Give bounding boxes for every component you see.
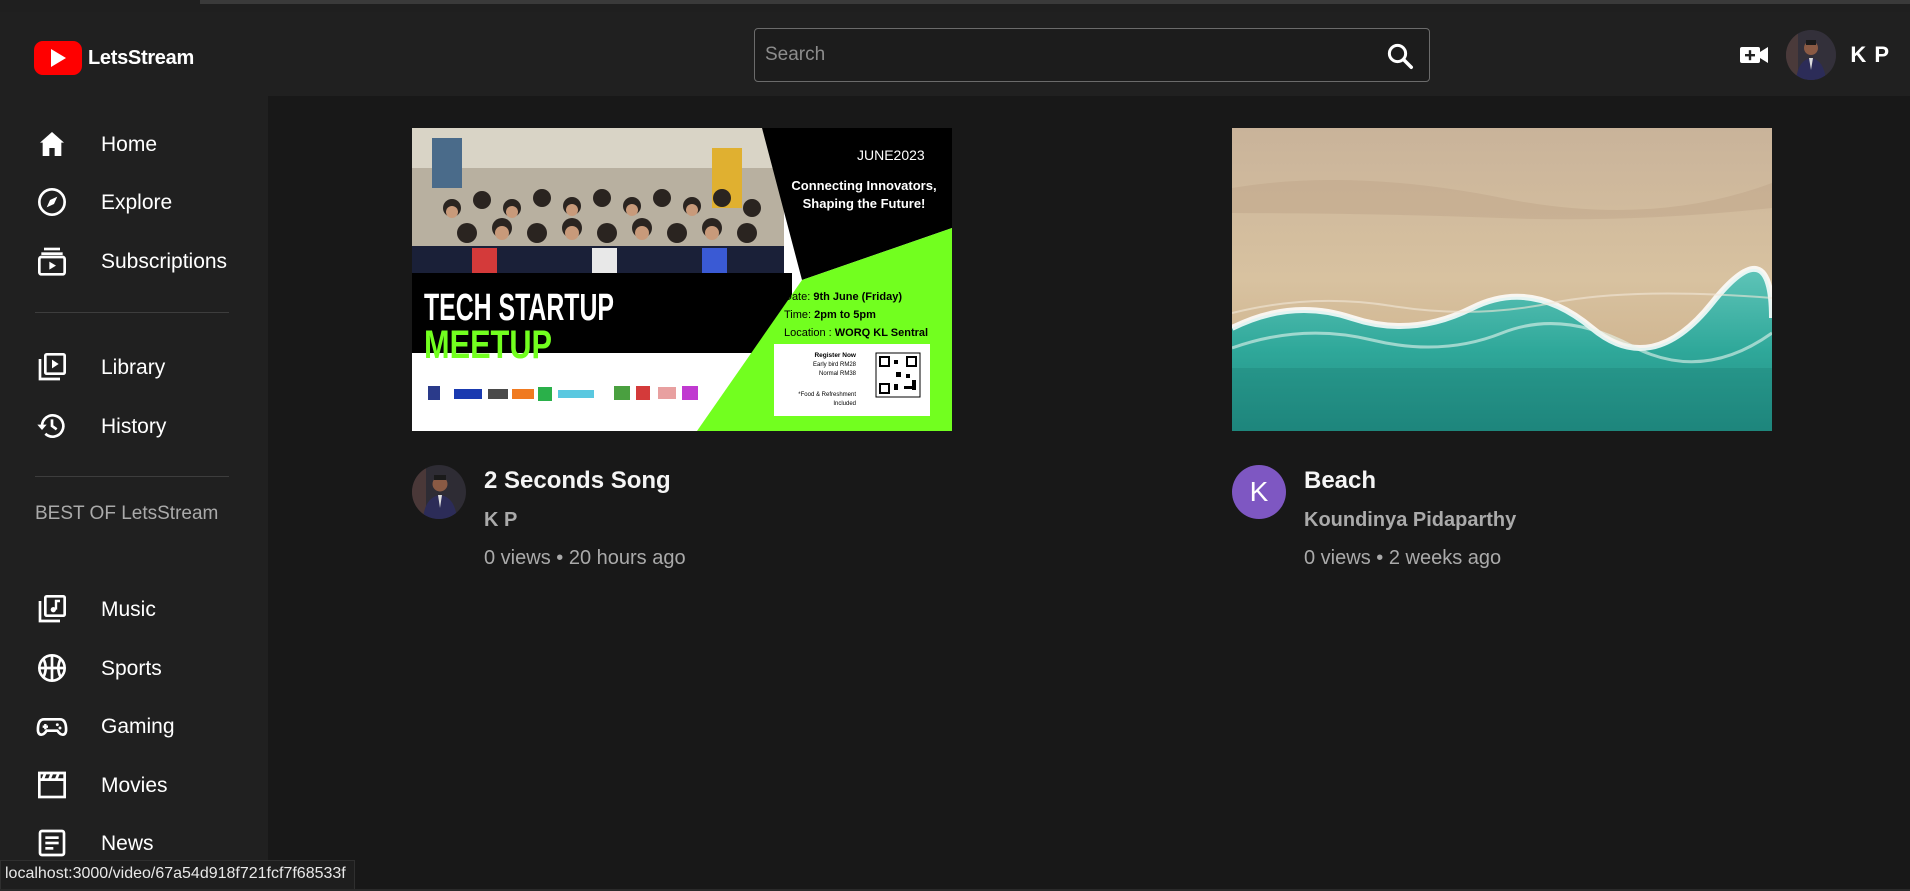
- app-name: LetsStream: [88, 46, 194, 69]
- sidebar-item-label: News: [101, 832, 154, 855]
- search-box: [754, 28, 1430, 82]
- sidebar-item-subscriptions[interactable]: Subscriptions: [0, 236, 268, 284]
- play-logo-icon: [34, 41, 82, 75]
- sidebar-item-label: Gaming: [101, 715, 175, 738]
- tab-strip: [200, 0, 1910, 4]
- search-input[interactable]: [765, 29, 1365, 81]
- sidebar-divider: [35, 312, 229, 313]
- video-stats: 0 views • 2 weeks ago: [1304, 547, 1502, 569]
- header-actions: K P: [1738, 30, 1890, 80]
- status-bar-url: localhost:3000/video/67a54d918f721fcf7f6…: [0, 860, 355, 890]
- view-count: 0 views: [1304, 547, 1371, 569]
- sidebar-item-explore[interactable]: Explore: [0, 177, 268, 225]
- library-icon: [38, 353, 66, 381]
- video-card: JUNE2023 Connecting Innovators, Shaping …: [412, 128, 952, 569]
- sidebar-item-home[interactable]: Home: [0, 119, 268, 167]
- logo[interactable]: LetsStream: [34, 41, 194, 75]
- music-icon: [38, 595, 66, 623]
- sidebar-item-label: Movies: [101, 774, 168, 797]
- upload-age: 20 hours ago: [568, 547, 686, 569]
- video-camera-add-icon[interactable]: [1738, 39, 1770, 71]
- sidebar-item-label: Home: [101, 133, 158, 156]
- sidebar-item-label: Sports: [101, 657, 162, 680]
- svg-text:Normal RM38: Normal RM38: [819, 371, 857, 377]
- video-stats: 0 views • 20 hours ago: [484, 547, 686, 569]
- sidebar-item-gaming[interactable]: Gaming: [0, 701, 268, 749]
- section-title-best-of: BEST OF LetsStream: [35, 503, 219, 524]
- channel-avatar[interactable]: [412, 465, 466, 519]
- video-title[interactable]: 2 Seconds Song: [484, 467, 671, 495]
- svg-text:Early bird RM28: Early bird RM28: [813, 362, 857, 368]
- user-avatar[interactable]: [1786, 30, 1837, 80]
- user-name[interactable]: K P: [1850, 42, 1890, 68]
- sidebar-divider: [35, 476, 229, 477]
- gaming-icon: [36, 718, 68, 737]
- video-thumbnail[interactable]: [1232, 128, 1772, 431]
- view-count: 0 views: [484, 547, 551, 569]
- channel-name[interactable]: Koundinya Pidaparthy: [1304, 509, 1516, 532]
- svg-text:Date: 9th June (Friday): Date: 9th June (Friday): [784, 291, 902, 303]
- sidebar-item-label: Music: [101, 598, 156, 621]
- poster-month: JUNE2023: [857, 147, 925, 163]
- svg-text:*Food & Refreshment: *Food & Refreshment: [798, 392, 856, 398]
- svg-text:Register Now: Register Now: [814, 352, 856, 359]
- poster-tagline: Shaping the Future!: [803, 196, 926, 211]
- compass-icon: [38, 188, 66, 216]
- video-title[interactable]: Beach: [1304, 467, 1376, 495]
- tech-startup-poster: JUNE2023 Connecting Innovators, Shaping …: [412, 128, 952, 431]
- sidebar-item-label: History: [101, 415, 167, 438]
- svg-text:Time: 2pm to 5pm: Time: 2pm to 5pm: [784, 309, 876, 321]
- sidebar-item-news[interactable]: News: [0, 818, 268, 866]
- movies-icon: [38, 771, 66, 799]
- subscriptions-icon: [38, 247, 66, 276]
- sidebar: Home Explore Subscriptions Library Histo…: [0, 96, 268, 891]
- sidebar-item-music[interactable]: Music: [0, 584, 268, 632]
- window-top-strip: [0, 0, 1910, 12]
- channel-name[interactable]: K P: [484, 509, 517, 532]
- video-card: K Beach Koundinya Pidaparthy 0 views • 2…: [1232, 128, 1772, 569]
- sidebar-item-movies[interactable]: Movies: [0, 760, 268, 808]
- video-thumbnail[interactable]: JUNE2023 Connecting Innovators, Shaping …: [412, 128, 952, 431]
- sidebar-item-library[interactable]: Library: [0, 342, 268, 390]
- sidebar-item-label: Library: [101, 356, 166, 379]
- channel-avatar[interactable]: K: [1232, 465, 1286, 519]
- history-icon: [37, 414, 65, 438]
- svg-text:Location : WORQ KL Sentral: Location : WORQ KL Sentral: [784, 327, 928, 339]
- sidebar-item-sports[interactable]: Sports: [0, 643, 268, 691]
- svg-text:Included: Included: [833, 401, 856, 407]
- sports-icon: [38, 654, 66, 682]
- top-bar: LetsStream K P: [0, 12, 1910, 96]
- sidebar-item-label: Subscriptions: [101, 250, 228, 273]
- home-icon: [40, 132, 64, 156]
- upload-age: 2 weeks ago: [1388, 547, 1502, 569]
- search-icon[interactable]: [1385, 41, 1415, 71]
- qr-code: [875, 352, 921, 398]
- video-meta: K Beach Koundinya Pidaparthy 0 views • 2…: [1232, 431, 1772, 569]
- sidebar-item-history[interactable]: History: [0, 401, 268, 449]
- news-icon: [38, 829, 66, 857]
- beach-aerial-image: [1232, 128, 1772, 431]
- video-meta: 2 Seconds Song K P 0 views • 20 hours ag…: [412, 431, 952, 569]
- poster-headline: MEETUP: [424, 323, 552, 367]
- sidebar-item-label: Explore: [101, 191, 173, 214]
- poster-tagline: Connecting Innovators,: [791, 178, 936, 193]
